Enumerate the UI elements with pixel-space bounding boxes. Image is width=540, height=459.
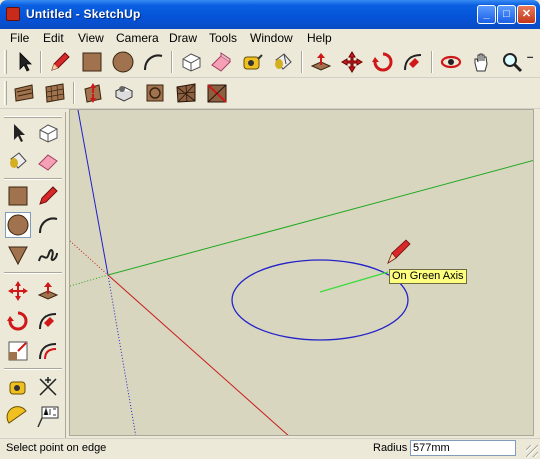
freehand-icon[interactable] — [35, 242, 61, 268]
eraser-icon[interactable] — [208, 49, 234, 75]
status-prompt: Select point on edge — [6, 442, 107, 454]
select-icon[interactable] — [5, 120, 31, 146]
green-axis-negative — [70, 274, 109, 287]
make-component-icon[interactable] — [35, 120, 61, 146]
follow-me-icon[interactable] — [35, 308, 61, 334]
pencil-line-icon[interactable] — [47, 49, 73, 75]
standard-toolbar — [0, 47, 540, 78]
large-tool-set-toolbar — [0, 112, 66, 438]
smoove-icon[interactable] — [80, 80, 106, 106]
tape-measure-icon[interactable] — [239, 49, 265, 75]
protractor-icon[interactable] — [5, 404, 31, 430]
rotate-icon[interactable] — [370, 49, 396, 75]
rectangle-icon[interactable] — [5, 183, 31, 209]
toolbar-separator — [431, 51, 433, 73]
measurements-box[interactable] — [410, 440, 516, 456]
green-axis — [107, 160, 533, 276]
rotate-icon[interactable] — [5, 308, 31, 334]
push-pull-icon[interactable] — [35, 278, 61, 304]
toolbar-grip[interactable] — [4, 81, 7, 105]
menu-file[interactable]: File — [8, 30, 31, 46]
drawing-viewport[interactable]: On Green Axis — [69, 109, 534, 436]
tape-measure-icon[interactable] — [5, 374, 31, 400]
title-bar: Untitled - SketchUp _ □ ✕ — [0, 0, 540, 29]
push-pull-icon[interactable] — [308, 49, 334, 75]
toolbar-separator — [171, 51, 173, 73]
toolbar-separator — [4, 368, 62, 370]
toolbar-grip[interactable] — [4, 116, 62, 118]
circle-icon[interactable] — [110, 49, 136, 75]
window-title: Untitled - SketchUp — [26, 7, 141, 21]
zoom-icon[interactable] — [499, 49, 525, 75]
toolbar-separator — [4, 178, 62, 180]
follow-me-icon[interactable] — [400, 49, 426, 75]
toolbar-separator — [301, 51, 303, 73]
radius-inference-line — [319, 271, 389, 293]
maximize-button[interactable]: □ — [497, 5, 516, 24]
toolbar-separator — [40, 51, 42, 73]
sandbox-from-scratch-icon[interactable] — [42, 80, 68, 106]
pencil-cursor-icon — [387, 239, 411, 264]
drape-icon[interactable] — [142, 80, 168, 106]
orbit-icon[interactable] — [438, 49, 464, 75]
move-icon[interactable] — [339, 49, 365, 75]
polygon-icon[interactable] — [5, 242, 31, 268]
menu-camera[interactable]: Camera — [114, 30, 161, 46]
blue-axis — [77, 110, 109, 276]
menu-window[interactable]: Window — [248, 30, 295, 46]
dimensions-icon[interactable] — [35, 374, 61, 400]
menu-edit[interactable]: Edit — [41, 30, 66, 46]
menu-draw[interactable]: Draw — [167, 30, 199, 46]
status-bar: Select point on edge Radius — [0, 438, 540, 459]
menu-help[interactable]: Help — [305, 30, 334, 46]
toolbar-separator — [73, 82, 75, 104]
line-icon[interactable] — [35, 183, 61, 209]
offset-icon[interactable] — [35, 338, 61, 364]
resize-grip[interactable] — [526, 445, 538, 457]
zoom-extents-icon[interactable] — [526, 49, 540, 75]
circle-entity[interactable] — [231, 259, 409, 341]
eraser-icon[interactable] — [35, 148, 61, 174]
move-icon[interactable] — [5, 278, 31, 304]
pan-icon[interactable] — [469, 49, 495, 75]
rectangle-icon[interactable] — [79, 49, 105, 75]
vcb-label: Radius — [373, 442, 408, 454]
paint-bucket-icon[interactable] — [270, 49, 296, 75]
sketchup-app-icon[interactable] — [6, 7, 20, 21]
toolbar-separator — [4, 272, 62, 274]
stamp-icon[interactable] — [111, 80, 137, 106]
paint-bucket-icon[interactable] — [5, 148, 31, 174]
sandbox-toolbar — [0, 78, 540, 109]
toolbar-grip[interactable] — [4, 50, 7, 74]
arc-icon[interactable] — [35, 212, 61, 238]
red-axis — [107, 274, 289, 435]
add-detail-icon[interactable] — [173, 80, 199, 106]
make-component-icon[interactable] — [178, 49, 204, 75]
circle-icon[interactable] — [5, 212, 31, 238]
inference-tooltip: On Green Axis — [389, 269, 467, 284]
blue-axis-negative — [107, 274, 137, 435]
menu-bar: File Edit View Camera Draw Tools Window … — [0, 29, 540, 47]
select-icon[interactable] — [11, 49, 37, 75]
menu-tools[interactable]: Tools — [207, 30, 239, 46]
minimize-button[interactable]: _ — [477, 5, 496, 24]
menu-view[interactable]: View — [76, 30, 106, 46]
close-button[interactable]: ✕ — [517, 5, 536, 24]
text-icon[interactable] — [35, 404, 61, 430]
arc-icon[interactable] — [140, 49, 166, 75]
flip-edge-icon[interactable] — [204, 80, 230, 106]
scale-icon[interactable] — [5, 338, 31, 364]
sandbox-from-contours-icon[interactable] — [11, 80, 37, 106]
